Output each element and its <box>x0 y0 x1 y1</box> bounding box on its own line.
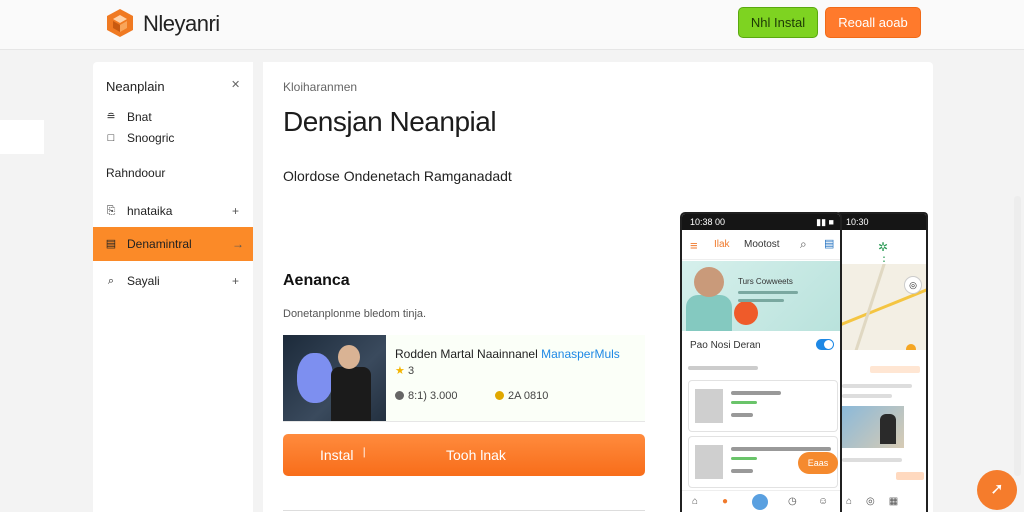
home-icon[interactable]: ⌂ <box>692 496 698 507</box>
sidebar-item-sayali[interactable]: ⌕ Sayali + <box>93 270 253 292</box>
sidebar-item-snoogric[interactable]: □ Snoogric <box>93 127 253 149</box>
thumbnail-image <box>842 406 904 448</box>
divider <box>283 421 645 422</box>
download-icon <box>395 391 404 400</box>
text-line <box>842 458 902 462</box>
file-icon: ▤ <box>105 238 117 250</box>
sidebar-item-label: Denamintral <box>127 237 192 251</box>
banner-title: Turs Cowweets <box>738 277 793 286</box>
sidebar-item-label: hnataika <box>127 204 173 218</box>
map-pin-icon <box>906 344 916 350</box>
center-nav-icon[interactable] <box>752 494 768 510</box>
toggle-row: Pao Nosi Deran <box>682 334 840 356</box>
download-stat: 8:1) 3.000 <box>395 390 458 402</box>
app-card[interactable]: Rodden Martal Naainnanel ManasperMuls ★ … <box>283 335 645 421</box>
status-bar: 10:38 00 ▮▮ ■ <box>682 214 840 230</box>
app-name: Rodden Martal Naainnanel <box>395 347 538 361</box>
app-thumbnail <box>283 335 386 421</box>
close-icon[interactable]: ✕ <box>231 78 240 91</box>
primary-install-button[interactable]: Nhl Instal <box>738 7 818 38</box>
sidebar-item-denamintral[interactable]: ▤ Denamintral → <box>93 227 253 261</box>
action-label: Tooh lnak <box>446 447 506 463</box>
sidebar-item-bnat[interactable]: ≘ Bnat <box>93 106 253 128</box>
toggle-label: Pao Nosi Deran <box>690 340 761 351</box>
top-bar: Nleyanri Nhl Instal Reoall aoab <box>0 0 1024 50</box>
download-count: 8:1) 3.000 <box>408 390 458 402</box>
phone-preview-secondary: 10:30 ✲ ⋮ ◎ ⌂◎▦ <box>836 212 928 512</box>
floating-action-button[interactable]: Eaas <box>798 452 838 474</box>
star-icon: ★ <box>395 365 405 377</box>
sidebar-title: Neanplain <box>106 79 165 94</box>
avatar <box>695 389 723 423</box>
app-rating: ★ 3 <box>395 364 414 377</box>
phone-preview: 10:38 00 ▮▮ ■ ≡ Ilak Mootost ⌕ ▤ Turs Co… <box>680 212 842 512</box>
app-title: Rodden Martal Naainnanel ManasperMuls <box>395 347 620 361</box>
sidebar-item-label: Sayali <box>127 274 160 288</box>
toggle-switch[interactable] <box>816 339 834 350</box>
status-bar: 10:30 <box>838 214 926 230</box>
list-item[interactable] <box>688 380 838 432</box>
search-icon[interactable]: ⌕ <box>800 237 807 252</box>
divider <box>283 510 645 511</box>
profile-icon[interactable]: ☺ <box>818 496 828 507</box>
sidebar-item-label: Snoogric <box>127 131 175 145</box>
signal-icon: ▮▮ ■ <box>816 217 834 227</box>
coin-icon <box>495 391 504 400</box>
page-subtitle: Olordose Ondenetach Ramganadadt <box>283 168 512 184</box>
install-label: Instal <box>320 447 354 463</box>
page-title: Densjan Neanpial <box>283 106 497 137</box>
search-icon: ⌕ <box>107 275 115 287</box>
app-bar: ≡ Ilak Mootost ⌕ ▤ <box>682 230 840 260</box>
layers-icon: ≘ <box>106 111 116 123</box>
text-line <box>842 394 892 398</box>
document-icon[interactable]: ▤ <box>824 237 834 250</box>
favorite-icon[interactable]: ● <box>722 496 728 507</box>
sidebar-item-label: Rahndoour <box>106 166 166 180</box>
size-stat: 2A 0810 <box>495 390 548 402</box>
tag-chip <box>896 472 924 480</box>
text-line <box>842 384 912 388</box>
separator: ❘ <box>360 447 369 458</box>
clock-icon[interactable]: ◷ <box>788 496 797 507</box>
rating-value: 3 <box>407 365 415 377</box>
bottom-nav[interactable]: ⌂◎▦ <box>838 492 926 512</box>
location-icon[interactable]: ◎ <box>904 276 922 294</box>
arrow-right-icon[interactable]: → <box>232 227 244 261</box>
sidebar-item-hnataika[interactable]: ⎘ hnataika + <box>93 200 253 222</box>
sidebar: Neanplain ✕ ≘ Bnat □ Snoogric Rahndoour … <box>93 62 253 512</box>
breadcrumb[interactable]: Kloiharanmen <box>283 80 357 94</box>
bottom-nav[interactable]: ⌂ ● ◷ ☺ <box>682 490 840 512</box>
square-icon: □ <box>107 132 115 144</box>
map-view[interactable]: ◎ <box>838 264 926 350</box>
sidebar-item-rahndoour[interactable]: Rahndoour <box>93 162 253 184</box>
tag-chip <box>870 366 920 373</box>
install-button[interactable]: Instal ❘ Tooh lnak <box>283 434 645 476</box>
scrollbar[interactable] <box>1014 196 1021 476</box>
plus-icon[interactable]: + <box>232 270 239 292</box>
promo-banner[interactable]: Turs Cowweets <box>682 261 840 331</box>
plus-icon[interactable]: + <box>232 200 239 222</box>
tab-other[interactable]: Mootost <box>744 239 780 250</box>
developer-link[interactable]: ManasperMuls <box>541 347 620 361</box>
section-description: Donetanplonme bledom tinja. <box>283 308 427 320</box>
edge-panel <box>0 120 44 154</box>
menu-icon[interactable]: ≡ <box>690 238 698 253</box>
logo-icon[interactable] <box>104 7 136 39</box>
section-title: Aenanca <box>283 272 350 289</box>
avatar <box>695 445 723 479</box>
section-caption <box>688 366 758 370</box>
tab-active[interactable]: Ilak <box>714 239 730 250</box>
sidebar-item-label: Bnat <box>127 110 152 124</box>
status-time: 10:38 00 <box>690 217 726 227</box>
chat-fab-icon[interactable]: ➚ <box>977 470 1017 510</box>
size-value: 2A 0810 <box>508 390 549 402</box>
bookmark-icon: ⎘ <box>106 205 116 217</box>
secondary-action-button[interactable]: Reoall aoab <box>825 7 921 38</box>
brand-name[interactable]: Nleyanri <box>143 11 220 37</box>
